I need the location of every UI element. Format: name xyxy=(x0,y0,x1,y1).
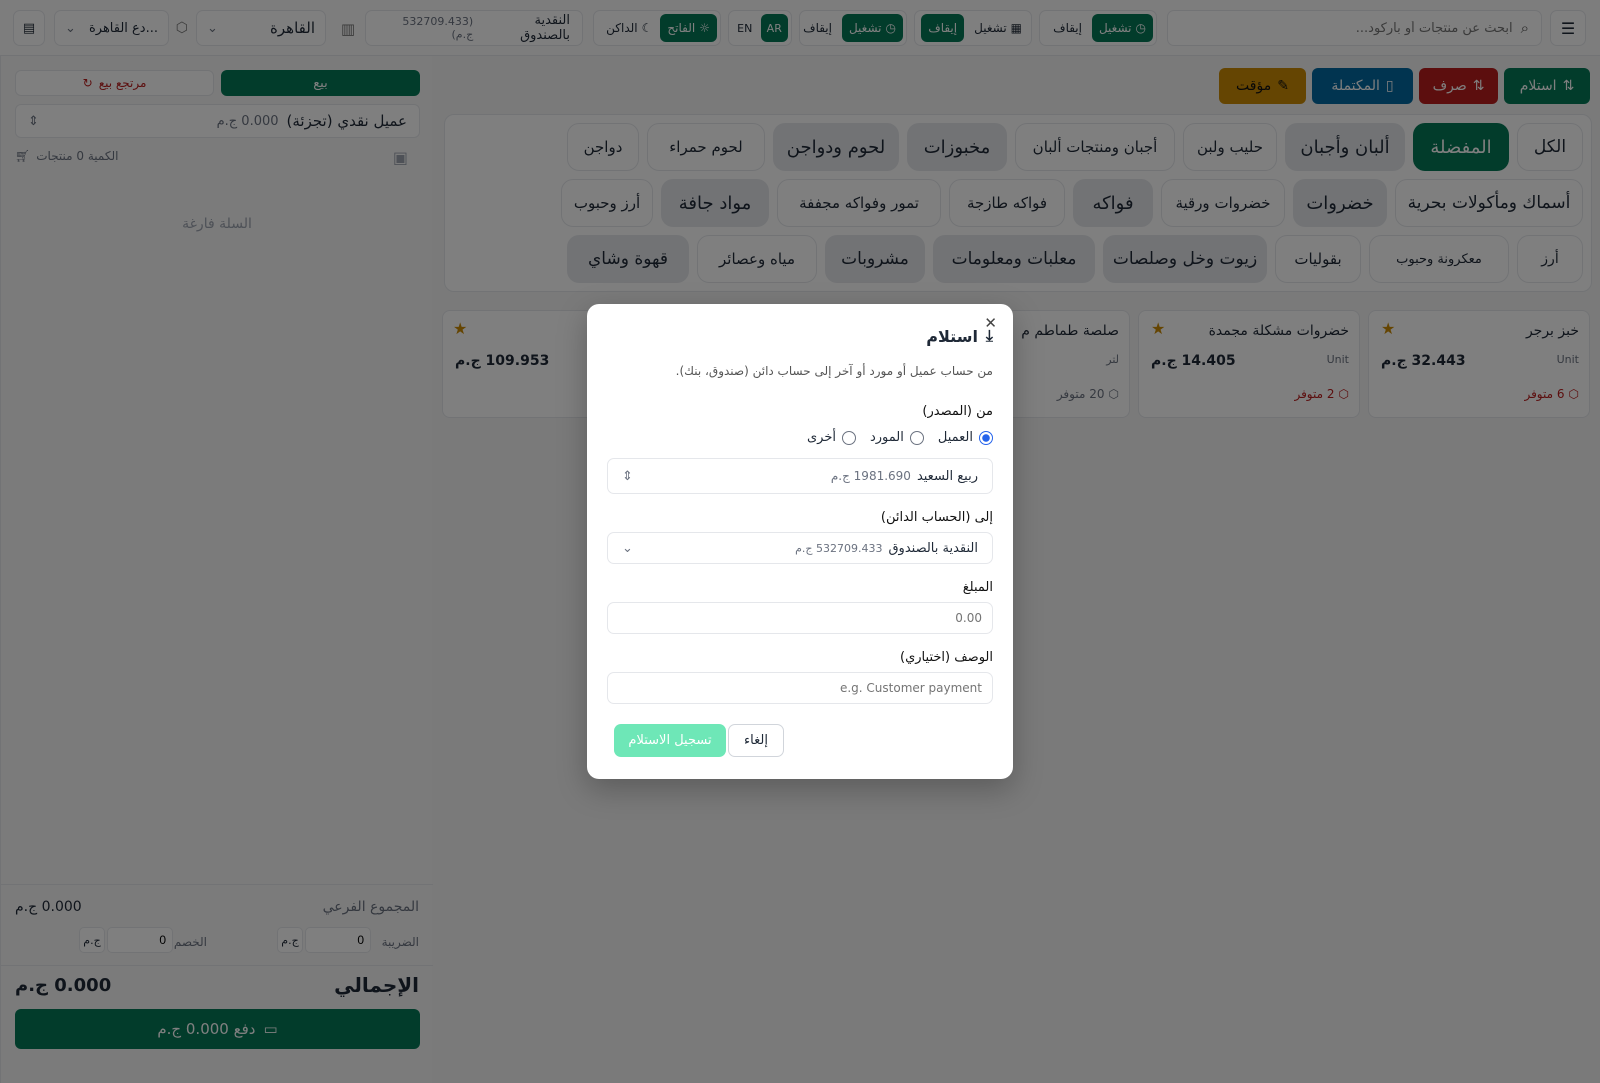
radio-dot[interactable] xyxy=(909,430,924,445)
source-amount: 1981.690 ج.م xyxy=(830,469,911,483)
radio-other[interactable]: أخرى xyxy=(807,430,856,445)
from-label: من (المصدر) xyxy=(922,404,993,419)
to-label: إلى (الحساب الدائن) xyxy=(880,510,993,525)
description-input[interactable] xyxy=(607,672,993,704)
source-select[interactable]: ربيع السعيد 1981.690 ج.م ⇕ xyxy=(607,458,993,494)
download-icon: ⤓ xyxy=(985,326,993,345)
dialog-title: ⤓ استلام xyxy=(926,326,993,346)
dialog-description: من حساب عميل أو مورد أو آخر إلى حساب دائ… xyxy=(675,364,993,378)
chevron-down-icon: ⌄ xyxy=(622,540,633,556)
receive-dialog: ✕ ⤓ استلام من حساب عميل أو مورد أو آخر إل… xyxy=(587,304,1013,779)
submit-receive-button[interactable]: تسجيل الاستلام xyxy=(614,724,726,757)
source-type-radios: العميل المورد أخرى xyxy=(807,430,993,445)
to-account-name: النقدية بالصندوق xyxy=(888,540,978,556)
radio-supplier[interactable]: المورد xyxy=(870,430,924,445)
amount-label: المبلغ xyxy=(962,580,993,595)
to-account-select[interactable]: النقدية بالصندوق 532709.433 ج.م ⌄ xyxy=(607,532,993,564)
source-name: ربيع السعيد xyxy=(916,468,978,484)
radio-dot[interactable] xyxy=(979,430,993,445)
cancel-button[interactable]: إلغاء xyxy=(728,724,784,757)
to-account-amount: 532709.433 ج.م xyxy=(795,541,883,555)
chevron-updown-icon: ⇕ xyxy=(622,468,633,484)
amount-input[interactable] xyxy=(607,602,993,634)
radio-customer[interactable]: العميل xyxy=(938,430,993,445)
radio-dot[interactable] xyxy=(841,430,856,445)
description-label: الوصف (اختياري) xyxy=(900,650,993,665)
